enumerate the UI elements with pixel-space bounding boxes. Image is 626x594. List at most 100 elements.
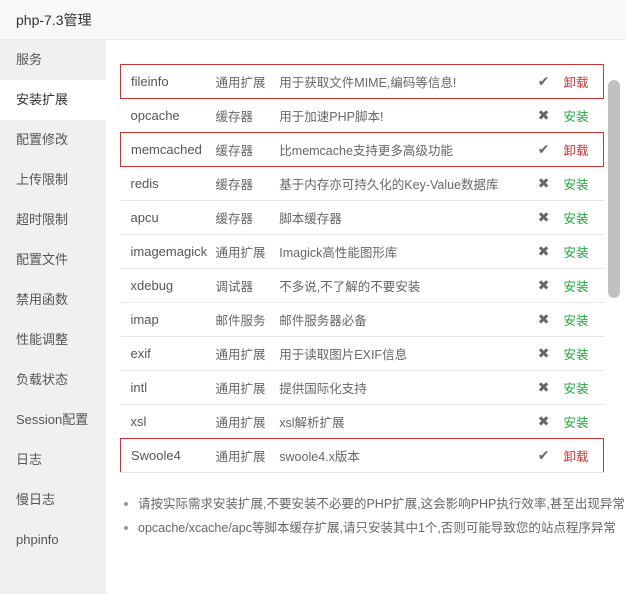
installed-check-icon: ✔	[523, 64, 564, 99]
extension-description: 用于获取文件MIME,编码等信息!	[279, 64, 524, 99]
scrollbar-thumb[interactable]	[608, 80, 620, 298]
extension-row: xdebug 调试器 不多说,不了解的不要安装 ✖ 安装	[120, 268, 604, 303]
sidebar-item-disabled-functions[interactable]: 禁用函数	[0, 280, 106, 320]
not-installed-x-icon-text: ✖	[537, 379, 550, 395]
notes-list: 请按实际需求安装扩展,不要安装不必要的PHP扩展,这会影响PHP执行效率,甚至出…	[120, 492, 625, 540]
extension-type-text: 缓存器	[215, 212, 253, 226]
not-installed-x-icon-text: ✖	[537, 311, 550, 327]
install-link-text[interactable]: 安装	[564, 178, 589, 192]
extension-description: xsl解析扩展	[279, 404, 524, 439]
extension-type-text: 通用扩展	[215, 450, 266, 464]
extension-description-text: Imagick高性能图形库	[279, 246, 398, 260]
extension-name: memcached	[120, 132, 216, 167]
extension-type-text: 通用扩展	[215, 382, 266, 396]
sidebar-item-slow-logs[interactable]: 慢日志	[0, 480, 106, 520]
extension-description-text: 用于读取图片EXIF信息	[279, 348, 408, 362]
extension-name-text: redis	[130, 176, 159, 191]
not-installed-x-icon: ✖	[523, 302, 564, 337]
extension-name-text: fileinfo	[131, 74, 169, 89]
install-link[interactable]: 安装	[563, 302, 604, 337]
extension-description: 用于加速PHP脚本!	[279, 98, 524, 133]
extension-description: 提供国际化支持	[279, 370, 524, 405]
extension-type: 通用扩展	[215, 438, 280, 473]
sidebar-item-service[interactable]: 服务	[0, 40, 106, 80]
install-link[interactable]: 安装	[563, 370, 604, 405]
install-link[interactable]: 安装	[563, 98, 604, 133]
extension-name: imagemagick	[120, 234, 216, 269]
extension-name: intl	[120, 370, 216, 405]
install-link-text[interactable]: 安装	[564, 348, 589, 362]
extension-type-text: 缓存器	[215, 110, 253, 124]
uninstall-link[interactable]: 卸载	[563, 438, 604, 473]
installed-check-icon-text: ✔	[537, 73, 550, 89]
extension-description: 邮件服务器必备	[279, 302, 524, 337]
extension-row: imap 邮件服务 邮件服务器必备 ✖ 安装	[120, 302, 604, 337]
extension-name: opcache	[120, 98, 216, 133]
install-link[interactable]: 安装	[563, 404, 604, 439]
uninstall-link-text[interactable]: 卸载	[564, 76, 589, 90]
extension-row: Swoole4 通用扩展 swoole4.x版本 ✔ 卸载	[120, 438, 604, 473]
install-link[interactable]: 安装	[563, 268, 604, 303]
install-link[interactable]: 安装	[563, 200, 604, 235]
sidebar-item-config-edit[interactable]: 配置修改	[0, 120, 106, 160]
extension-type: 缓存器	[215, 166, 280, 201]
extension-type: 调试器	[215, 268, 280, 303]
sidebar-item-performance[interactable]: 性能调整	[0, 320, 106, 360]
extension-type-text: 缓存器	[215, 178, 253, 192]
sidebar-item-upload-limit[interactable]: 上传限制	[0, 160, 106, 200]
install-link-text[interactable]: 安装	[564, 416, 589, 430]
extension-type-text: 通用扩展	[215, 416, 266, 430]
extension-type-text: 缓存器	[215, 144, 253, 158]
sidebar-item-config-file[interactable]: 配置文件	[0, 240, 106, 280]
extension-name: imap	[120, 302, 216, 337]
extension-row: fileinfo 通用扩展 用于获取文件MIME,编码等信息! ✔ 卸载	[120, 64, 604, 99]
install-link-text[interactable]: 安装	[564, 382, 589, 396]
extension-description-text: 用于获取文件MIME,编码等信息!	[279, 76, 457, 90]
install-link-text[interactable]: 安装	[564, 212, 589, 226]
install-link[interactable]: 安装	[563, 166, 604, 201]
not-installed-x-icon-text: ✖	[537, 413, 550, 429]
installed-check-icon: ✔	[523, 438, 564, 473]
note-item: 请按实际需求安装扩展,不要安装不必要的PHP扩展,这会影响PHP执行效率,甚至出…	[120, 492, 625, 516]
extension-name-text: xsl	[130, 414, 147, 429]
install-link-text[interactable]: 安装	[564, 110, 589, 124]
uninstall-link-text[interactable]: 卸载	[564, 144, 589, 158]
not-installed-x-icon-text: ✖	[537, 345, 550, 361]
uninstall-link[interactable]: 卸载	[563, 64, 604, 99]
install-link[interactable]: 安装	[563, 234, 604, 269]
sidebar-item-timeout-limit[interactable]: 超时限制	[0, 200, 106, 240]
not-installed-x-icon: ✖	[523, 166, 564, 201]
extension-description-text: 脚本缓存器	[279, 212, 342, 226]
install-link-text[interactable]: 安装	[564, 246, 589, 260]
sidebar-item-phpinfo[interactable]: phpinfo	[0, 520, 106, 560]
sidebar-item-load-status[interactable]: 负载状态	[0, 360, 106, 400]
extension-name: xdebug	[120, 268, 216, 303]
extension-row: redis 缓存器 基于内存亦可持久化的Key-Value数据库 ✖ 安装	[120, 166, 604, 201]
extension-name: exif	[120, 336, 216, 371]
extension-name: redis	[120, 166, 216, 201]
extension-description: 不多说,不了解的不要安装	[279, 268, 524, 303]
extension-row: opcache 缓存器 用于加速PHP脚本! ✖ 安装	[120, 98, 604, 133]
extension-type-text: 通用扩展	[215, 246, 266, 260]
not-installed-x-icon-text: ✖	[537, 277, 550, 293]
extension-type: 通用扩展	[215, 404, 280, 439]
sidebar-item-session-config[interactable]: Session配置	[0, 400, 106, 440]
extension-row: intl 通用扩展 提供国际化支持 ✖ 安装	[120, 370, 604, 405]
extension-description-text: 不多说,不了解的不要安装	[279, 280, 421, 294]
extension-description-text: 用于加速PHP脚本!	[279, 110, 384, 124]
install-link-text[interactable]: 安装	[564, 280, 589, 294]
sidebar-item-install-extensions[interactable]: 安装扩展	[0, 80, 106, 120]
install-link[interactable]: 安装	[563, 336, 604, 371]
extension-name-text: imap	[130, 312, 159, 327]
sidebar-item-logs[interactable]: 日志	[0, 440, 106, 480]
extension-name-text: imagemagick	[130, 244, 208, 259]
extension-description-text: xsl解析扩展	[279, 416, 345, 430]
extension-description-text: 基于内存亦可持久化的Key-Value数据库	[279, 178, 499, 192]
extension-name: fileinfo	[120, 64, 216, 99]
uninstall-link[interactable]: 卸载	[563, 132, 604, 167]
extension-type: 邮件服务	[215, 302, 280, 337]
extension-description: 比memcache支持更多高级功能	[279, 132, 524, 167]
uninstall-link-text[interactable]: 卸载	[564, 450, 589, 464]
install-link-text[interactable]: 安装	[564, 314, 589, 328]
extension-name-text: exif	[130, 346, 151, 361]
